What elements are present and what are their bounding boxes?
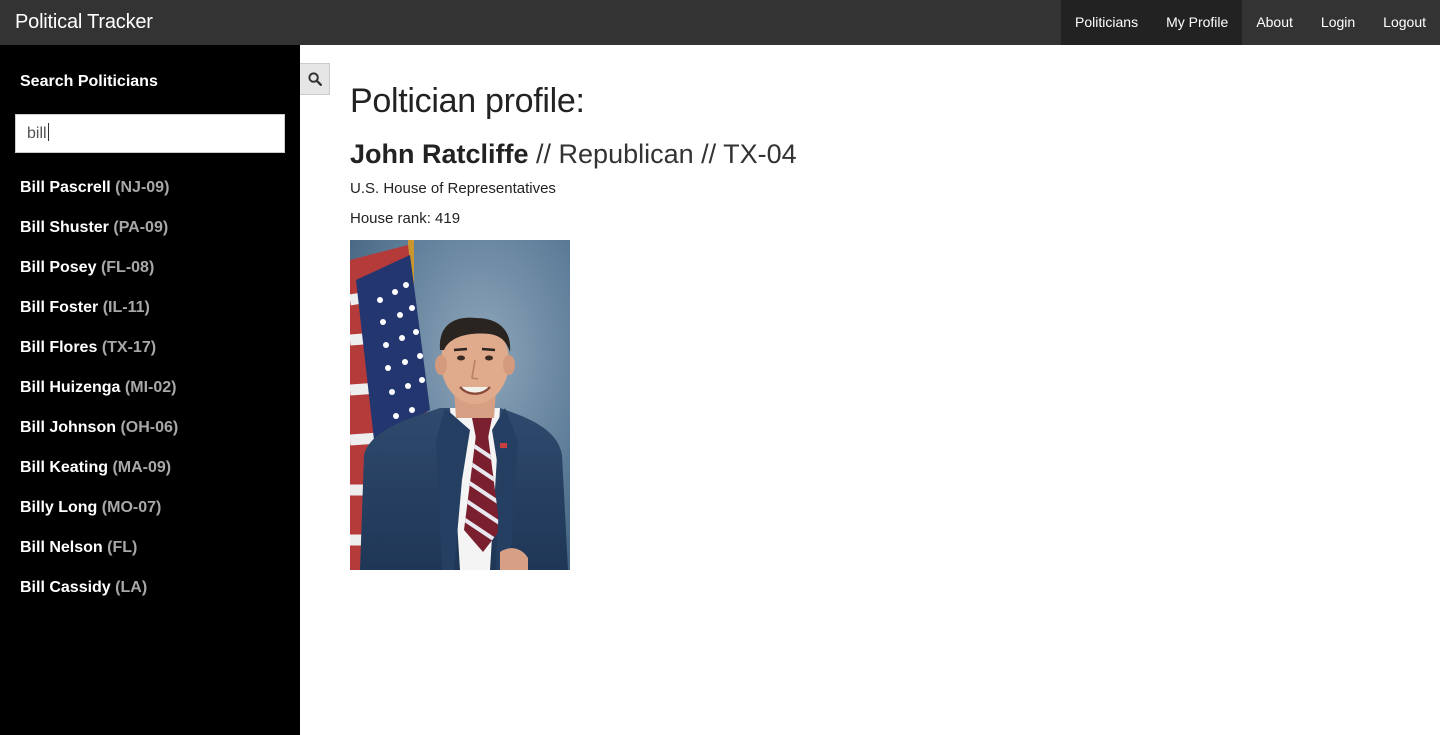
list-item[interactable]: Bill Huizenga (MI-02)	[20, 377, 178, 417]
list-item[interactable]: Bill Nelson (FL)	[20, 537, 178, 577]
search-results: Bill Pascrell (NJ-09) Bill Shuster (PA-0…	[20, 177, 178, 617]
politician-name: Bill Pascrell	[20, 179, 111, 196]
politician-district: (IL-11)	[102, 299, 150, 316]
politician-name: Bill Keating	[20, 459, 109, 476]
list-item[interactable]: Bill Johnson (OH-06)	[20, 417, 178, 457]
page-title: Poltician profile:	[350, 82, 585, 120]
politician-portrait	[350, 240, 570, 570]
list-item[interactable]: Bill Posey (FL-08)	[20, 257, 178, 297]
nav-politicians[interactable]: Politicians	[1061, 0, 1153, 45]
profile-headline: John Ratcliffe // Republican // TX-04	[350, 137, 797, 171]
nav-logout[interactable]: Logout	[1369, 0, 1440, 45]
list-item[interactable]: Bill Keating (MA-09)	[20, 457, 178, 497]
politician-district: (MI-02)	[124, 379, 177, 396]
list-item[interactable]: Billy Long (MO-07)	[20, 497, 178, 537]
list-item[interactable]: Bill Shuster (PA-09)	[20, 217, 178, 257]
politician-name: Bill Cassidy	[20, 579, 111, 596]
top-navbar: Political Tracker Politicians My Profile…	[0, 0, 1440, 45]
nav-menu: Politicians My Profile About Login Logou…	[1061, 0, 1440, 45]
list-item[interactable]: Bill Flores (TX-17)	[20, 337, 178, 377]
search-input[interactable]: bill	[15, 114, 285, 153]
politician-name: Billy Long	[20, 499, 98, 516]
brand-logo[interactable]: Political Tracker	[15, 0, 153, 45]
list-item[interactable]: Bill Cassidy (LA)	[20, 577, 178, 617]
politician-full-name: John Ratcliffe	[350, 139, 529, 169]
politician-district: (TX-17)	[101, 339, 157, 356]
politician-district: (FL-08)	[100, 259, 155, 276]
politician-name: Bill Huizenga	[20, 379, 121, 396]
chamber-label: U.S. House of Representatives	[350, 180, 556, 197]
politician-name: Bill Johnson	[20, 419, 116, 436]
nav-login[interactable]: Login	[1307, 0, 1369, 45]
search-icon	[307, 72, 322, 86]
politician-name: Bill Nelson	[20, 539, 103, 556]
politician-district: (FL)	[107, 539, 138, 556]
politician-district: (MA-09)	[112, 459, 172, 476]
nav-about[interactable]: About	[1242, 0, 1307, 45]
sidebar-toggle-button[interactable]	[300, 63, 330, 95]
list-item[interactable]: Bill Pascrell (NJ-09)	[20, 177, 178, 217]
text-cursor	[47, 123, 49, 141]
politician-name: Bill Foster	[20, 299, 99, 316]
politician-district: (MO-07)	[101, 499, 162, 516]
house-rank: House rank: 419	[350, 210, 461, 227]
profile-main: Poltician profile: John Ratcliffe // Rep…	[350, 80, 797, 570]
search-input-value: bill	[27, 125, 47, 142]
nav-my-profile[interactable]: My Profile	[1152, 0, 1243, 45]
politician-name: Bill Shuster	[20, 219, 109, 236]
politician-district: (OH-06)	[120, 419, 179, 436]
politician-name: Bill Posey	[20, 259, 97, 276]
politician-name: Bill Flores	[20, 339, 98, 356]
politician-district: (NJ-09)	[115, 179, 170, 196]
politician-district: (LA)	[115, 579, 148, 596]
list-item[interactable]: Bill Foster (IL-11)	[20, 297, 178, 337]
politician-district: (PA-09)	[113, 219, 169, 236]
sidebar: Search Politicians bill Bill Pascrell (N…	[0, 45, 300, 735]
party-district: // Republican // TX-04	[528, 139, 797, 169]
sidebar-title: Search Politicians	[20, 73, 158, 90]
